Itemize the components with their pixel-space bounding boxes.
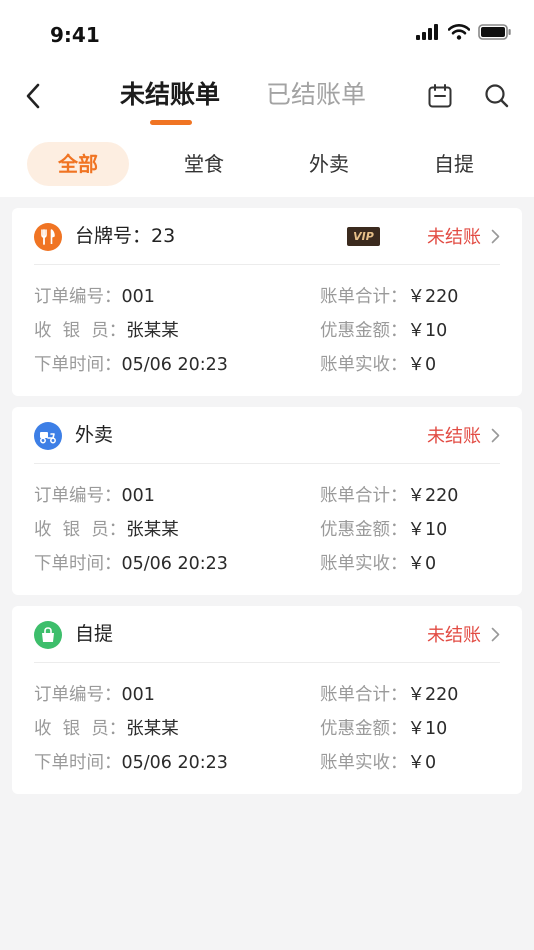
order-type-title: 自提 bbox=[75, 623, 114, 645]
filter-delivery[interactable]: 外卖 bbox=[279, 142, 379, 186]
order-time-row: 下单时间：05/06 20:23 bbox=[34, 355, 228, 375]
order-number-row: 订单编号：001 bbox=[34, 486, 155, 506]
bill-total-row: 账单合计：￥220 bbox=[320, 486, 459, 506]
status-link[interactable]: 未结账 bbox=[427, 421, 500, 449]
chevron-right-icon bbox=[491, 229, 500, 243]
card-header: 外卖 未结账 bbox=[34, 407, 500, 464]
order-time-row: 下单时间：05/06 20:23 bbox=[34, 753, 228, 773]
status-label: 未结账 bbox=[427, 227, 481, 248]
order-time-row: 下单时间：05/06 20:23 bbox=[34, 554, 228, 574]
cashier-row: 收 银 员：张某某 bbox=[34, 719, 179, 739]
signal-icon bbox=[416, 24, 438, 40]
status-icons bbox=[416, 24, 512, 40]
received-row: 账单实收：￥0 bbox=[320, 554, 437, 574]
card-header: 自提 未结账 bbox=[34, 606, 500, 663]
search-icon bbox=[485, 84, 509, 108]
status-label: 未结账 bbox=[427, 426, 481, 447]
order-card[interactable]: 外卖 未结账 订单编号：001 收 银 员：张某某 下单时间：05/06 20:… bbox=[12, 407, 522, 595]
bill-total-row: 账单合计：￥220 bbox=[320, 287, 459, 307]
tab-active-indicator bbox=[150, 120, 192, 125]
tab-unsettled[interactable]: 未结账单 bbox=[120, 78, 220, 112]
filter-pickup[interactable]: 自提 bbox=[404, 142, 504, 186]
order-card[interactable]: 台牌号：23 VIP 未结账 订单编号：001 收 银 员：张某某 下单时间：0… bbox=[12, 208, 522, 396]
card-header: 台牌号：23 VIP 未结账 bbox=[34, 208, 500, 265]
vip-badge: VIP bbox=[347, 227, 380, 246]
cashier-row: 收 银 员：张某某 bbox=[34, 321, 179, 341]
order-number-row: 订单编号：001 bbox=[34, 685, 155, 705]
filter-bar: 全部 堂食 外卖 自提 bbox=[0, 142, 534, 186]
nav-bar: 未结账单 已结账单 bbox=[0, 70, 534, 126]
status-link[interactable]: 未结账 bbox=[427, 620, 500, 648]
status-bar: 9:41 bbox=[0, 0, 534, 70]
filter-all[interactable]: 全部 bbox=[27, 142, 129, 186]
back-button[interactable] bbox=[18, 78, 48, 114]
calendar-button[interactable] bbox=[424, 80, 456, 112]
status-link[interactable]: 未结账 bbox=[427, 222, 500, 250]
cashier-row: 收 银 员：张某某 bbox=[34, 520, 179, 540]
chevron-right-icon bbox=[491, 627, 500, 641]
tab-settled[interactable]: 已结账单 bbox=[266, 78, 366, 112]
order-type-title: 外卖 bbox=[75, 424, 114, 446]
discount-row: 优惠金额：￥10 bbox=[320, 719, 448, 739]
battery-icon bbox=[478, 24, 511, 40]
bill-total-row: 账单合计：￥220 bbox=[320, 685, 459, 705]
header-area: 9:41 未结账单 已结账单 全部 堂食 外卖 自提 bbox=[0, 0, 534, 197]
filter-dine-in[interactable]: 堂食 bbox=[154, 142, 254, 186]
status-time: 9:41 bbox=[50, 23, 100, 47]
table-number: 台牌号：23 bbox=[75, 225, 176, 247]
order-card[interactable]: 自提 未结账 订单编号：001 收 银 员：张某某 下单时间：05/06 20:… bbox=[12, 606, 522, 794]
received-row: 账单实收：￥0 bbox=[320, 355, 437, 375]
discount-row: 优惠金额：￥10 bbox=[320, 321, 448, 341]
wifi-icon bbox=[448, 24, 470, 40]
chevron-right-icon bbox=[491, 428, 500, 442]
discount-row: 优惠金额：￥10 bbox=[320, 520, 448, 540]
order-number-row: 订单编号：001 bbox=[34, 287, 155, 307]
received-row: 账单实收：￥0 bbox=[320, 753, 437, 773]
status-label: 未结账 bbox=[427, 625, 481, 646]
search-button[interactable] bbox=[481, 80, 513, 112]
utensils-icon bbox=[34, 223, 62, 251]
calendar-icon bbox=[428, 84, 452, 108]
chevron-left-icon bbox=[26, 83, 40, 109]
delivery-scooter-icon bbox=[34, 422, 62, 450]
shopping-bag-icon bbox=[34, 621, 62, 649]
